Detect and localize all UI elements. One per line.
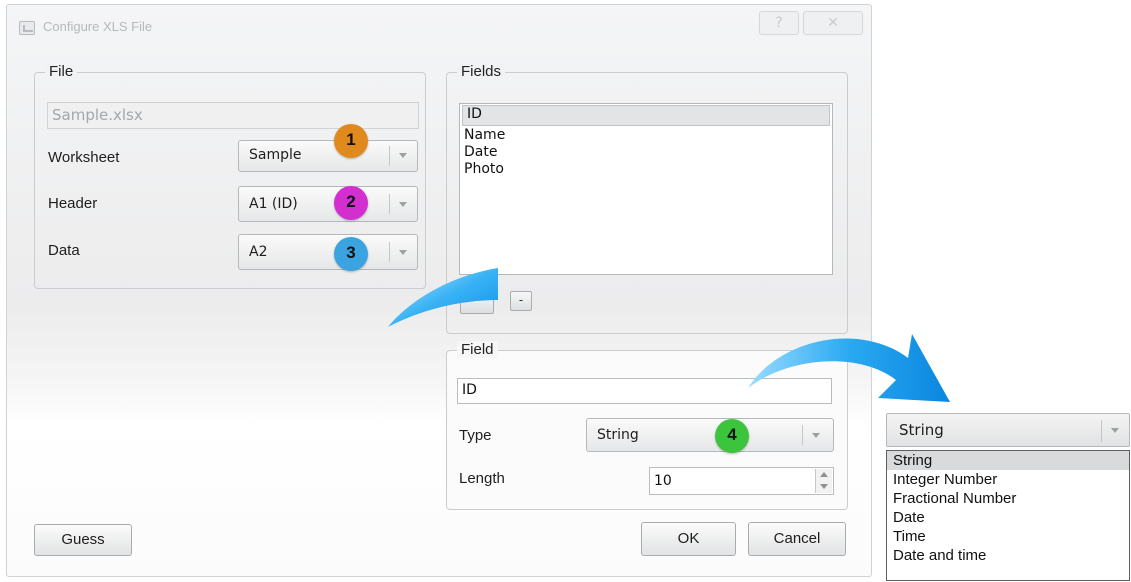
type-dropdown-value: String bbox=[899, 421, 944, 439]
option-string[interactable]: String bbox=[887, 451, 1129, 470]
option-fractional-number[interactable]: Fractional Number bbox=[887, 489, 1129, 508]
type-dropdown-combo[interactable]: String bbox=[886, 413, 1130, 447]
option-integer-number[interactable]: Integer Number bbox=[887, 470, 1129, 489]
option-date-and-time[interactable]: Date and time bbox=[887, 546, 1129, 565]
option-time[interactable]: Time bbox=[887, 527, 1129, 546]
option-date[interactable]: Date bbox=[887, 508, 1129, 527]
arrow-to-fields-icon bbox=[388, 268, 498, 327]
chevron-down-icon[interactable] bbox=[1111, 428, 1119, 433]
arrow-to-dropdown-icon bbox=[748, 334, 950, 402]
combo-separator bbox=[1101, 420, 1102, 442]
type-options-list[interactable]: String Integer Number Fractional Number … bbox=[886, 450, 1130, 581]
